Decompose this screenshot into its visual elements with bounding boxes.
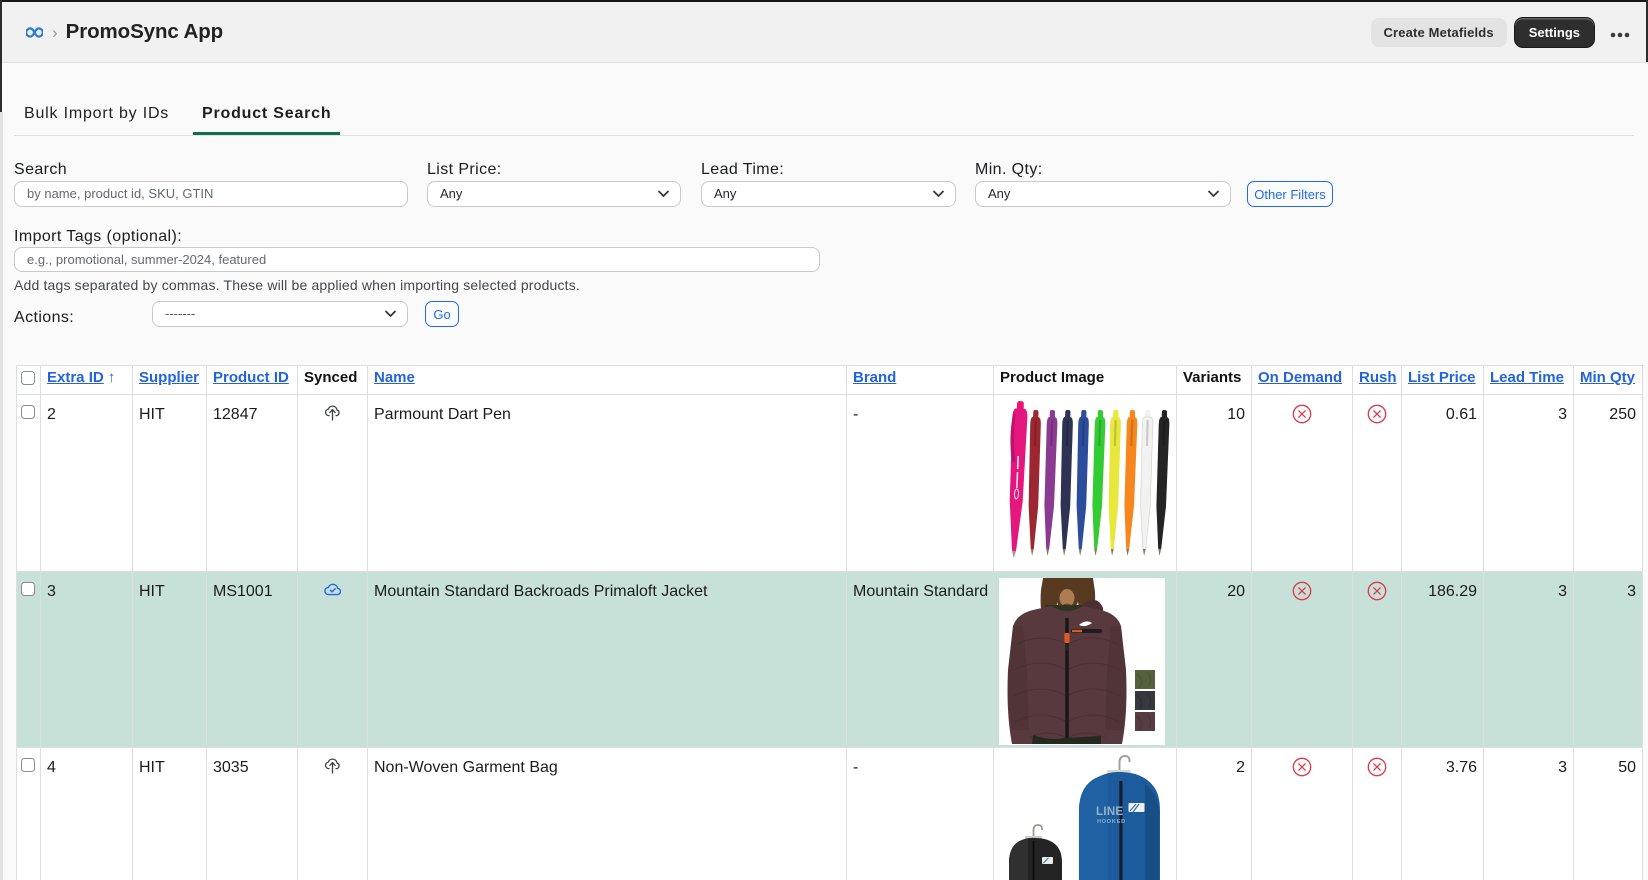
svg-text:LINE: LINE: [1096, 806, 1123, 818]
svg-text:HOOKED: HOOKED: [1097, 819, 1126, 825]
